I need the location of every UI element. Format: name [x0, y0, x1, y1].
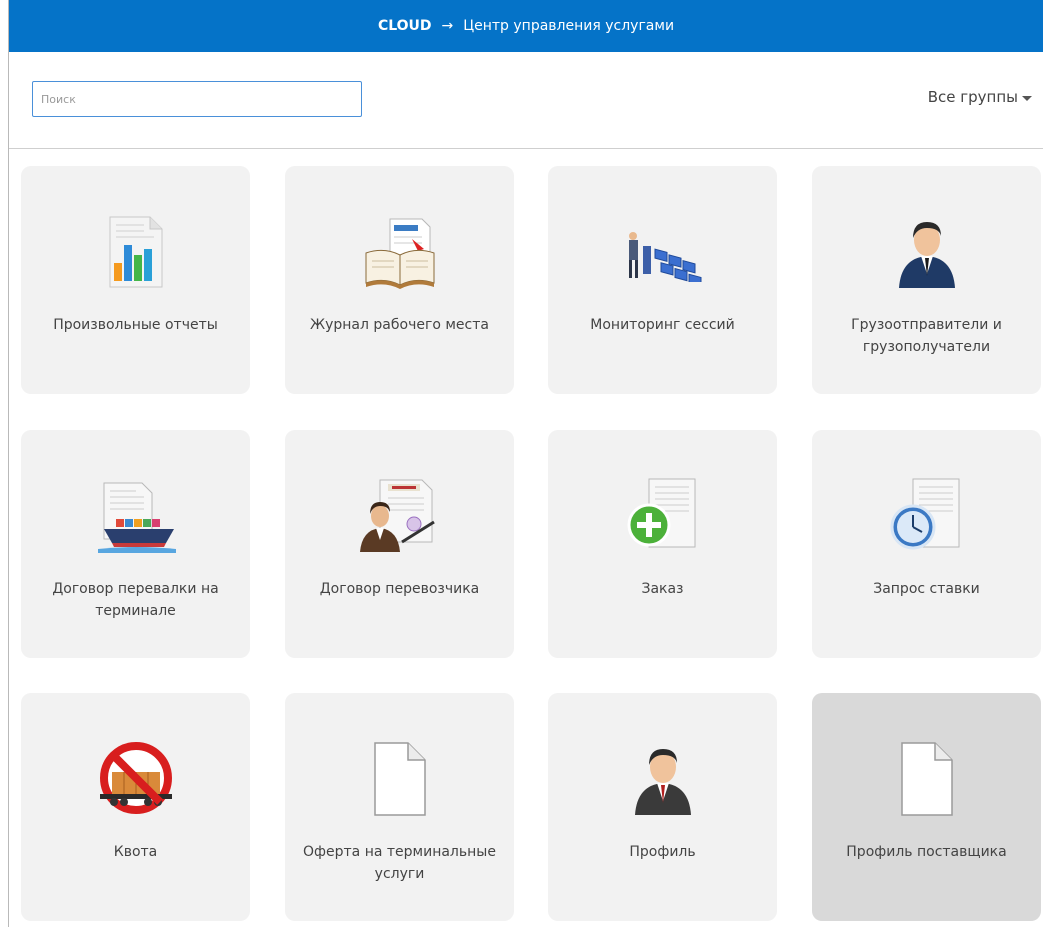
caret-down-icon — [1022, 95, 1032, 101]
tile-shippers-consignees[interactable]: Грузоотправители и грузополучатели — [812, 166, 1041, 394]
toolbar: Все группы — [9, 52, 1043, 149]
tile-label: Мониторинг сессий — [590, 317, 735, 333]
carrier-contract-icon — [285, 476, 514, 556]
tile-terminal-offer[interactable]: Оферта на терминальные услуги — [285, 693, 514, 921]
tile-profile[interactable]: Профиль — [548, 693, 777, 921]
blank-document-icon — [812, 739, 1041, 819]
report-chart-icon — [21, 212, 250, 292]
groups-dropdown-label: Все группы — [927, 88, 1018, 106]
order-add-icon — [548, 476, 777, 556]
businessman-icon — [812, 212, 1041, 292]
tile-quota[interactable]: Квота — [21, 693, 250, 921]
tile-custom-reports[interactable]: Произвольные отчеты — [21, 166, 250, 394]
blank-document-icon — [285, 739, 514, 819]
groups-dropdown[interactable]: Все группы — [928, 84, 1032, 110]
tile-label: Профиль поставщика — [846, 844, 1007, 860]
tile-label: Произвольные отчеты — [53, 317, 218, 333]
tile-label: Квота — [113, 844, 158, 860]
tile-label: Договор перевалки на терминале — [52, 581, 219, 619]
tile-supplier-profile[interactable]: Профиль поставщика — [812, 693, 1041, 921]
header-bar: CLOUD → Центр управления услугами — [9, 0, 1043, 52]
tile-session-monitoring[interactable]: Мониторинг сессий — [548, 166, 777, 394]
ship-contract-icon — [21, 476, 250, 556]
breadcrumb-arrow: → — [441, 18, 454, 34]
tile-label: Оферта на терминальные услуги — [303, 844, 496, 882]
tile-order[interactable]: Заказ — [548, 430, 777, 658]
tile-rate-request[interactable]: Запрос ставки — [812, 430, 1041, 658]
search-input[interactable] — [32, 81, 362, 117]
session-monitoring-icon — [548, 212, 777, 292]
profile-person-icon — [548, 739, 777, 819]
tile-label: Профиль — [629, 844, 696, 860]
tile-label: Запрос ставки — [873, 581, 980, 597]
tile-carrier-contract[interactable]: Договор перевозчика — [285, 430, 514, 658]
journal-book-icon — [285, 212, 514, 292]
tile-terminal-contract[interactable]: Договор перевалки на терминале — [21, 430, 250, 658]
tile-label: Заказ — [641, 581, 684, 597]
tile-workplace-journal[interactable]: Журнал рабочего места — [285, 166, 514, 394]
brand-label[interactable]: CLOUD — [378, 18, 432, 34]
page-title: Центр управления услугами — [463, 18, 675, 34]
quota-prohibited-wagon-icon — [21, 739, 250, 819]
tile-label: Договор перевозчика — [319, 581, 480, 597]
tile-label: Журнал рабочего места — [310, 317, 489, 333]
tile-label: Грузоотправители и грузополучатели — [851, 317, 1002, 355]
rate-request-clock-icon — [812, 476, 1041, 556]
